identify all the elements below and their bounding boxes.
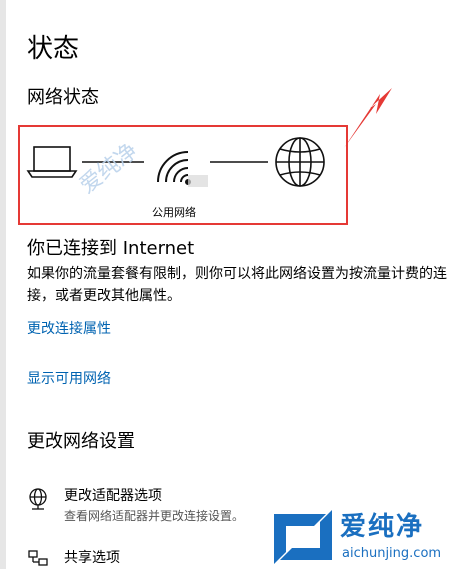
change-adapter-options-description: 查看网络适配器并更改连接设置。 xyxy=(64,509,245,523)
sharing-options-link[interactable]: 共享选项 xyxy=(64,549,120,567)
wifi-icon xyxy=(157,151,191,185)
blurred-network-name xyxy=(188,175,208,187)
adapter-globe-icon xyxy=(29,488,47,510)
sharing-icon xyxy=(28,550,48,566)
watermark-logo-icon xyxy=(274,510,332,564)
network-diagram xyxy=(26,137,325,187)
network-type-label: 公用网络 xyxy=(152,206,196,219)
watermark-brand: 爱纯净 xyxy=(340,512,425,542)
show-available-networks-link[interactable]: 显示可用网络 xyxy=(27,370,111,388)
red-arrow-annotation xyxy=(344,88,392,148)
change-adapter-options-link[interactable]: 更改适配器选项 xyxy=(64,487,162,505)
globe-icon xyxy=(275,137,325,187)
change-network-settings-heading: 更改网络设置 xyxy=(27,431,135,452)
network-status-heading: 网络状态 xyxy=(27,87,99,108)
watermark-url: aichunjing.com xyxy=(342,546,442,561)
page-title: 状态 xyxy=(27,34,80,64)
change-connection-properties-link[interactable]: 更改连接属性 xyxy=(27,320,111,338)
connection-status-description: 如果你的流量套餐有限制，则你可以将此网络设置为按流量计费的连接，或者更改其他属性… xyxy=(27,266,447,304)
left-rail xyxy=(0,0,6,569)
laptop-icon xyxy=(26,146,78,178)
connection-status-title: 你已连接到 Internet xyxy=(27,238,195,259)
